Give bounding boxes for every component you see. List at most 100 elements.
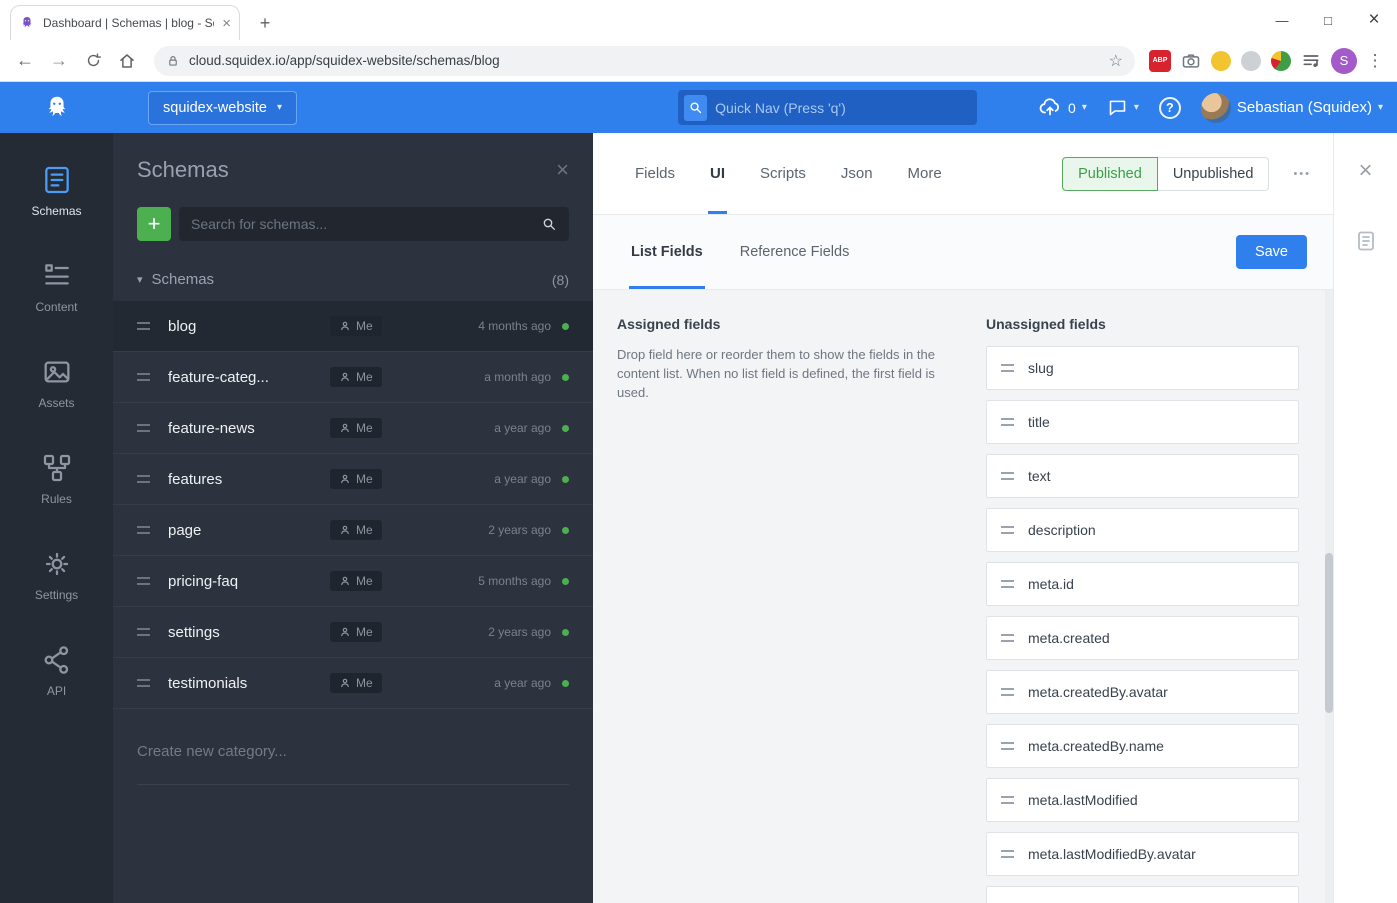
- drag-handle-icon[interactable]: [1001, 526, 1014, 534]
- tab-scripts[interactable]: Scripts: [758, 133, 808, 214]
- drag-handle-icon[interactable]: [137, 475, 150, 483]
- unassigned-field-card[interactable]: meta.createdBy.avatar: [986, 670, 1299, 714]
- published-dot: [562, 322, 569, 330]
- app-selector-button[interactable]: squidex-website ▾: [148, 90, 298, 125]
- drag-handle-icon[interactable]: [137, 373, 150, 381]
- drag-handle-icon[interactable]: [137, 679, 150, 687]
- close-schema-button[interactable]: ×: [1358, 159, 1372, 183]
- schema-row[interactable]: pricing-faq Me 5 months ago: [113, 556, 593, 607]
- unassigned-field-card[interactable]: title: [986, 400, 1299, 444]
- squidex-logo-icon[interactable]: [0, 93, 113, 123]
- history-button[interactable]: [1354, 229, 1378, 253]
- quick-nav-input[interactable]: [715, 99, 971, 116]
- drag-handle-icon[interactable]: [137, 526, 150, 534]
- drag-handle-icon[interactable]: [1001, 796, 1014, 804]
- more-options-button[interactable]: •••: [1293, 168, 1311, 180]
- schemas-group-header[interactable]: ▾ Schemas (8): [113, 271, 593, 288]
- create-category-input[interactable]: [137, 743, 569, 760]
- drag-handle-icon[interactable]: [1001, 472, 1014, 480]
- schema-row[interactable]: settings Me 2 years ago: [113, 607, 593, 658]
- tab-fields[interactable]: Fields: [633, 133, 677, 214]
- sidebar-item-rules[interactable]: Rules: [0, 431, 113, 527]
- user-menu-button[interactable]: Sebastian (Squidex) ▾: [1200, 92, 1383, 123]
- drag-handle-icon[interactable]: [1001, 580, 1014, 588]
- sidebar-item-api[interactable]: API: [0, 623, 113, 719]
- window-close-button[interactable]: ×: [1351, 0, 1397, 40]
- color-extension-icon[interactable]: [1271, 50, 1291, 71]
- owner-label: Me: [356, 472, 373, 486]
- media-controls-icon[interactable]: [1301, 51, 1321, 71]
- drag-handle-icon[interactable]: [137, 577, 150, 585]
- new-tab-button[interactable]: +: [252, 10, 278, 36]
- drag-handle-icon[interactable]: [1001, 850, 1014, 858]
- schema-row[interactable]: blog Me 4 months ago: [113, 301, 593, 352]
- drag-handle-icon[interactable]: [1001, 364, 1014, 372]
- drag-handle-icon[interactable]: [137, 322, 150, 330]
- add-schema-button[interactable]: +: [137, 207, 171, 241]
- drag-handle-icon[interactable]: [137, 424, 150, 432]
- app-selector-label: squidex-website: [163, 99, 267, 116]
- tab-close-button[interactable]: ×: [222, 16, 231, 31]
- scrollbar[interactable]: [1325, 290, 1333, 903]
- unassigned-field-card[interactable]: meta.created: [986, 616, 1299, 660]
- back-button[interactable]: ←: [10, 46, 40, 76]
- schema-row[interactable]: features Me a year ago: [113, 454, 593, 505]
- schema-updated-time: a year ago: [494, 421, 551, 435]
- tab-json[interactable]: Json: [839, 133, 875, 214]
- drag-handle-icon[interactable]: [1001, 634, 1014, 642]
- quick-nav-search[interactable]: [678, 90, 977, 125]
- unassigned-field-card[interactable]: slug: [986, 346, 1299, 390]
- feedback-button[interactable]: ▾: [1107, 97, 1139, 118]
- drag-handle-icon[interactable]: [1001, 742, 1014, 750]
- tab-more[interactable]: More: [906, 133, 944, 214]
- published-dot: [562, 475, 569, 483]
- tab-reference-fields[interactable]: Reference Fields: [738, 215, 852, 289]
- adblock-extension-icon[interactable]: ABP: [1149, 49, 1171, 72]
- sidebar-item-content[interactable]: Content: [0, 239, 113, 335]
- drag-handle-icon[interactable]: [137, 628, 150, 636]
- unassigned-field-card[interactable]: description: [986, 508, 1299, 552]
- schema-row[interactable]: feature-news Me a year ago: [113, 403, 593, 454]
- tab-ui[interactable]: UI: [708, 133, 727, 214]
- refresh-button[interactable]: [78, 46, 108, 76]
- schema-row[interactable]: feature-categ... Me a month ago: [113, 352, 593, 403]
- tab-list-fields[interactable]: List Fields: [629, 215, 705, 289]
- unassigned-field-card[interactable]: meta.lastModified: [986, 778, 1299, 822]
- help-button[interactable]: ?: [1158, 96, 1181, 119]
- sidebar-item-settings[interactable]: Settings: [0, 527, 113, 623]
- unassigned-field-card[interactable]: text: [986, 454, 1299, 498]
- upload-status-button[interactable]: 0 ▾: [1038, 96, 1087, 120]
- schema-search[interactable]: [179, 207, 569, 241]
- drag-handle-icon[interactable]: [1001, 418, 1014, 426]
- bookmark-star-icon[interactable]: ☆: [1109, 51, 1123, 71]
- schema-row[interactable]: page Me 2 years ago: [113, 505, 593, 556]
- published-button[interactable]: Published: [1062, 156, 1158, 191]
- profile-avatar[interactable]: S: [1331, 47, 1357, 74]
- field-name: meta.lastModifiedBy.avatar: [1028, 846, 1196, 862]
- unpublished-button[interactable]: Unpublished: [1157, 156, 1270, 191]
- schema-search-input[interactable]: [191, 216, 541, 232]
- browser-tab[interactable]: Dashboard | Schemas | blog - Sq ×: [10, 5, 240, 40]
- scrollbar-thumb[interactable]: [1325, 553, 1333, 713]
- unassigned-field-card[interactable]: meta.id: [986, 562, 1299, 606]
- save-button[interactable]: Save: [1235, 235, 1307, 269]
- unassigned-field-card[interactable]: [986, 886, 1299, 903]
- url-field[interactable]: cloud.squidex.io/app/squidex-website/sch…: [154, 45, 1135, 76]
- unassigned-field-card[interactable]: meta.createdBy.name: [986, 724, 1299, 768]
- drag-handle-icon[interactable]: [1001, 688, 1014, 696]
- gray-extension-icon[interactable]: [1241, 50, 1261, 71]
- window-maximize-button[interactable]: □: [1305, 0, 1351, 40]
- browser-menu-icon[interactable]: ⋮: [1363, 51, 1387, 71]
- tampermonkey-extension-icon[interactable]: [1211, 50, 1231, 71]
- sidebar-item-assets[interactable]: Assets: [0, 335, 113, 431]
- camera-extension-icon[interactable]: [1181, 51, 1201, 71]
- sidebar-item-label: Settings: [34, 588, 79, 602]
- owner-label: Me: [356, 574, 373, 588]
- schema-row[interactable]: testimonials Me a year ago: [113, 658, 593, 709]
- window-minimize-button[interactable]: —: [1259, 0, 1305, 40]
- panel-close-button[interactable]: ×: [556, 159, 569, 181]
- unassigned-field-card[interactable]: meta.lastModifiedBy.avatar: [986, 832, 1299, 876]
- sidebar-item-schemas[interactable]: Schemas: [0, 143, 113, 239]
- home-button[interactable]: [112, 46, 142, 76]
- forward-button[interactable]: →: [44, 46, 74, 76]
